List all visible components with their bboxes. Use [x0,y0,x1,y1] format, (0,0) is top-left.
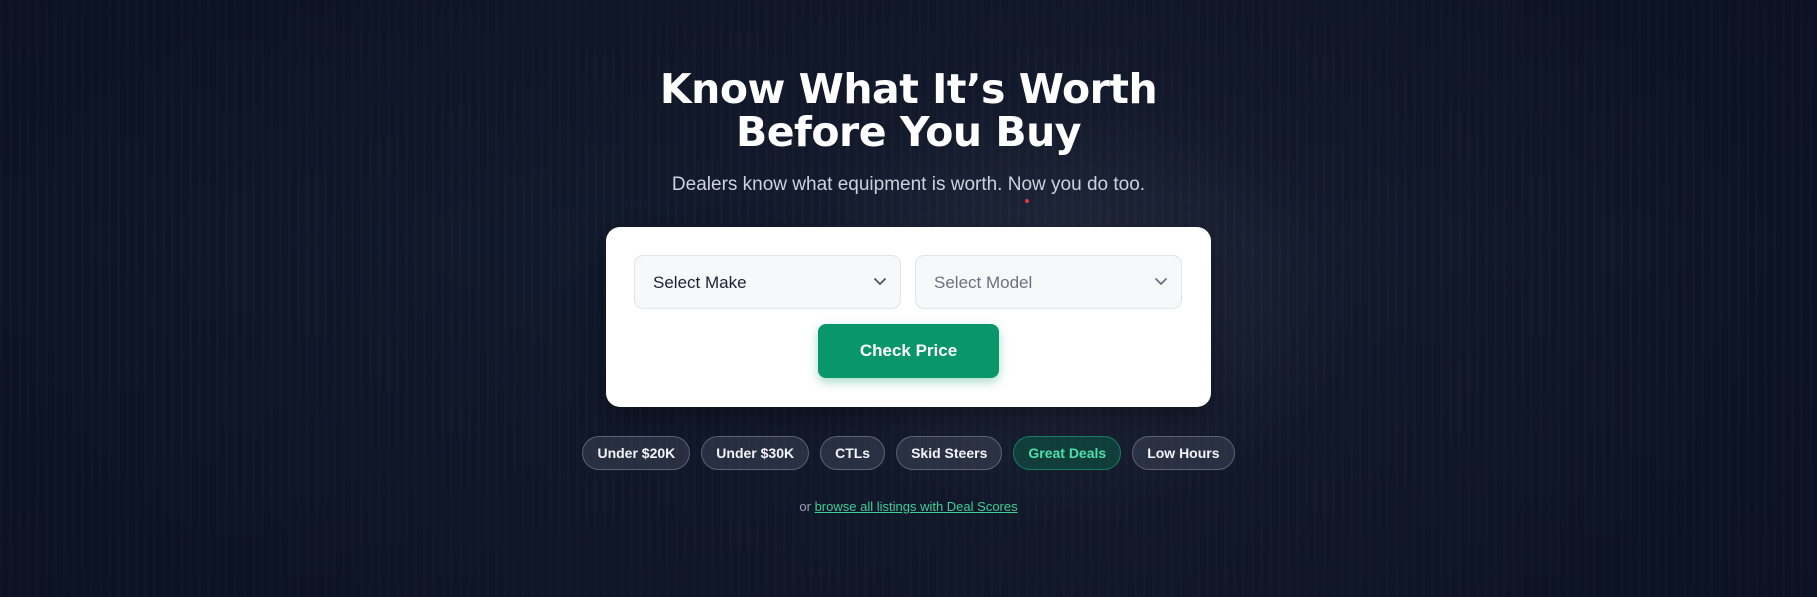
filter-chip[interactable]: Great Deals [1013,436,1122,470]
browse-line: or browse all listings with Deal Scores [0,499,1817,515]
price-search-card: Select Make Select Model Check Price [606,227,1211,407]
filter-chip[interactable]: Low Hours [1132,436,1235,470]
quick-filter-chips: Under $20K Under $30K CTLs Skid Steers Great… [0,436,1817,470]
make-select-label: Select Make [653,273,747,292]
browse-prefix: or [799,499,811,514]
chevron-down-icon [874,278,886,285]
make-select[interactable]: Select Make [634,255,901,309]
filter-chip[interactable]: CTLs [820,436,886,470]
model-select-label: Select Model [934,273,1033,292]
model-select[interactable]: Select Model [915,255,1182,309]
headline-line-1: Know What It’s Worth [659,65,1158,113]
headline-line-2: Before You Buy [735,108,1082,156]
hero-subtitle: Dealers know what equipment is worth. No… [671,174,1146,195]
check-price-button[interactable]: Check Price [818,324,999,378]
chevron-down-icon [1155,278,1167,285]
filter-chip[interactable]: Under $30K [701,436,810,470]
decorative-dot [1025,199,1029,203]
browse-listings-link[interactable]: browse all listings with Deal Scores [815,499,1018,514]
page-title: Know What It’s Worth Before You Buy [0,68,1817,154]
hero-section: Know What It’s Worth Before You Buy Deal… [0,0,1817,597]
filter-chip[interactable]: Under $20K [582,436,691,470]
filter-chip[interactable]: Skid Steers [896,436,1003,470]
